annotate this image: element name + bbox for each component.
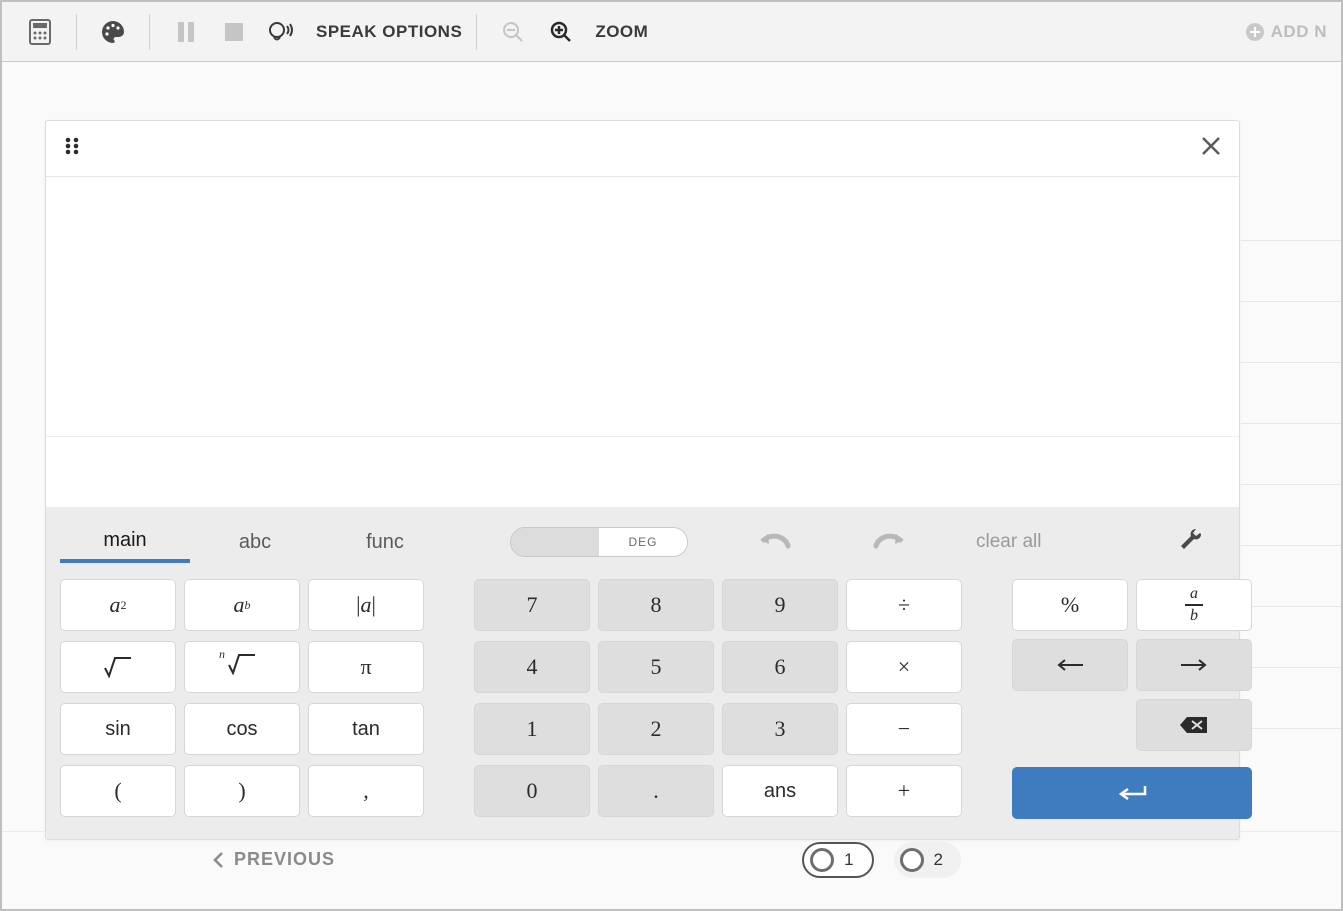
pause-icon[interactable] <box>164 10 208 54</box>
key-decimal[interactable]: . <box>598 765 714 817</box>
deg-segment[interactable]: DEG <box>599 528 687 556</box>
key-9[interactable]: 9 <box>722 579 838 631</box>
add-note-label: ADD N <box>1271 22 1327 42</box>
zoom-label[interactable]: ZOOM <box>595 22 648 42</box>
undo-icon[interactable] <box>758 530 792 555</box>
close-icon[interactable] <box>1201 136 1221 161</box>
settings-icon[interactable] <box>1179 527 1225 558</box>
tab-abc[interactable]: abc <box>190 521 320 563</box>
side-list <box>1241 240 1341 728</box>
key-pi[interactable]: π <box>308 641 424 693</box>
page-pill-2[interactable]: 2 <box>894 842 961 878</box>
key-tan[interactable]: tan <box>308 703 424 755</box>
page-number: 2 <box>934 850 943 870</box>
calculator-icon[interactable] <box>18 10 62 54</box>
key-divide[interactable]: ÷ <box>846 579 962 631</box>
zoom-out-icon[interactable] <box>491 10 535 54</box>
key-lparen[interactable]: ( <box>60 765 176 817</box>
speak-options-label[interactable]: SPEAK OPTIONS <box>316 22 462 42</box>
key-sqrt[interactable] <box>60 641 176 693</box>
key-ans[interactable]: ans <box>722 765 838 817</box>
bottom-nav: PREVIOUS 1 2 <box>2 831 1341 887</box>
key-backspace[interactable] <box>1136 699 1252 751</box>
key-rparen[interactable]: ) <box>184 765 300 817</box>
key-0[interactable]: 0 <box>474 765 590 817</box>
stop-icon[interactable] <box>212 10 256 54</box>
key-percent[interactable]: % <box>1012 579 1128 631</box>
divider <box>76 14 77 50</box>
palette-icon[interactable] <box>91 10 135 54</box>
tab-func[interactable]: func <box>320 521 450 563</box>
previous-button[interactable]: PREVIOUS <box>212 849 335 870</box>
key-cos[interactable]: cos <box>184 703 300 755</box>
numpad: 7 8 9 ÷ 4 5 6 × 1 2 3 − 0 . ans + <box>474 579 962 819</box>
speak-icon[interactable] <box>260 10 304 54</box>
key-2[interactable]: 2 <box>598 703 714 755</box>
key-fraction[interactable]: a b <box>1136 579 1252 631</box>
key-comma[interactable]: , <box>308 765 424 817</box>
key-7[interactable]: 7 <box>474 579 590 631</box>
key-cursor-right[interactable] <box>1136 639 1252 691</box>
zoom-in-icon[interactable] <box>539 10 583 54</box>
previous-label: PREVIOUS <box>234 849 335 870</box>
right-keys: % a b <box>1012 579 1252 819</box>
key-subtract[interactable]: − <box>846 703 962 755</box>
key-multiply[interactable]: × <box>846 641 962 693</box>
key-sin[interactable]: sin <box>60 703 176 755</box>
rad-segment[interactable] <box>511 528 599 556</box>
calculator-display[interactable] <box>46 177 1239 437</box>
page-number: 1 <box>844 850 853 870</box>
key-8[interactable]: 8 <box>598 579 714 631</box>
divider <box>476 14 477 50</box>
key-enter[interactable] <box>1012 767 1252 819</box>
calculator-panel: main abc func DEG clear all <box>45 120 1240 840</box>
key-nth-root[interactable]: n <box>184 641 300 693</box>
toolbar: SPEAK OPTIONS ZOOM ADD N <box>2 2 1341 62</box>
drag-handle-icon[interactable] <box>64 137 82 160</box>
function-keys: a2 ab |a| n π sin cos tan ( ) , <box>60 579 424 819</box>
page-pill-1[interactable]: 1 <box>802 842 873 878</box>
key-cursor-left[interactable] <box>1012 639 1128 691</box>
key-3[interactable]: 3 <box>722 703 838 755</box>
add-note-button[interactable]: ADD N <box>1245 22 1327 42</box>
radio-icon <box>900 848 924 872</box>
tab-main[interactable]: main <box>60 521 190 563</box>
key-square[interactable]: a2 <box>60 579 176 631</box>
clear-all-button[interactable]: clear all <box>976 531 1041 553</box>
keypad-tabs: main abc func <box>60 521 450 563</box>
radio-icon <box>810 848 834 872</box>
key-4[interactable]: 4 <box>474 641 590 693</box>
divider <box>149 14 150 50</box>
key-abs[interactable]: |a| <box>308 579 424 631</box>
redo-icon[interactable] <box>872 530 906 555</box>
key-5[interactable]: 5 <box>598 641 714 693</box>
calculator-input[interactable] <box>46 437 1239 507</box>
key-1[interactable]: 1 <box>474 703 590 755</box>
key-add[interactable]: + <box>846 765 962 817</box>
key-6[interactable]: 6 <box>722 641 838 693</box>
key-power[interactable]: ab <box>184 579 300 631</box>
angle-mode-toggle[interactable]: DEG <box>510 527 688 557</box>
